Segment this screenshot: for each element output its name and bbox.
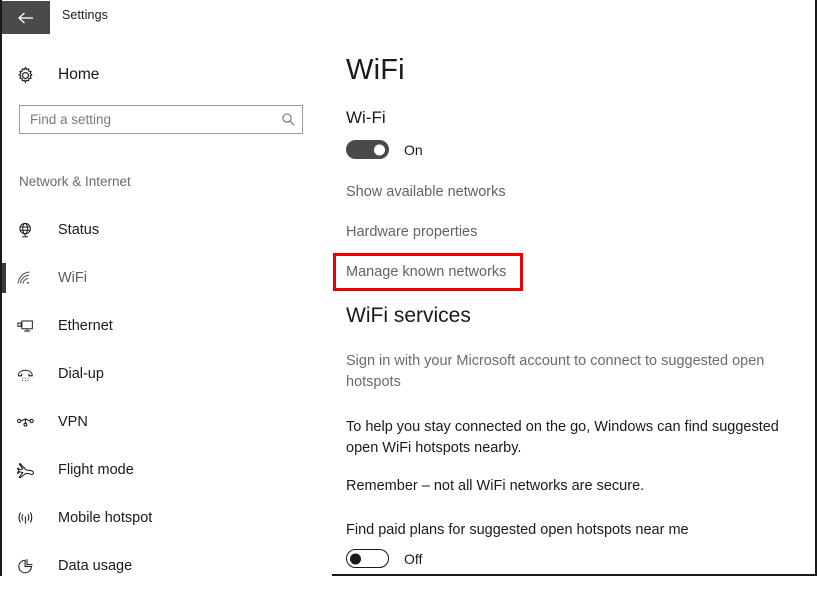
link-manage-known-networks[interactable]: Manage known networks	[346, 264, 506, 280]
gear-icon	[16, 65, 48, 85]
dialup-phone-icon	[16, 365, 50, 384]
sidebar-item-wifi[interactable]: WiFi	[2, 254, 332, 302]
sidebar-item-vpn[interactable]: VPN	[2, 398, 332, 446]
wifi-toggle-state: On	[404, 141, 423, 158]
sidebar-section-label: Network & Internet	[19, 174, 131, 189]
sidebar-item-dial-up-label: Dial-up	[58, 366, 104, 382]
sidebar-item-ethernet[interactable]: Ethernet	[2, 302, 332, 350]
page-title: WiFi	[346, 54, 405, 86]
paid-plans-toggle[interactable]	[346, 549, 389, 568]
link-show-available-networks[interactable]: Show available networks	[346, 184, 506, 200]
sidebar-nav-list: Status WiFi Ethernet Dial-up VPN Flight …	[2, 206, 332, 590]
search-icon[interactable]	[274, 112, 302, 127]
wifi-icon	[16, 269, 50, 288]
ethernet-icon	[16, 317, 50, 336]
paid-plans-toggle-state: Off	[404, 550, 423, 567]
sidebar-item-wifi-label: WiFi	[58, 270, 87, 286]
search-input[interactable]	[20, 106, 274, 133]
sidebar-item-vpn-label: VPN	[58, 414, 88, 430]
sidebar-item-home-label: Home	[58, 66, 100, 83]
sidebar-item-status[interactable]: Status	[2, 206, 332, 254]
selection-indicator	[2, 263, 6, 293]
sidebar-item-ethernet-label: Ethernet	[58, 318, 113, 334]
main-content: WiFi Wi-Fi On Show available networks Ha…	[332, 38, 815, 574]
arrow-left-icon	[16, 10, 36, 26]
app-title: Settings	[62, 8, 108, 22]
sidebar-item-flight-mode[interactable]: Flight mode	[2, 446, 332, 494]
services-paragraph-1: Sign in with your Microsoft account to c…	[346, 353, 765, 390]
back-button[interactable]	[2, 1, 50, 34]
airplane-icon	[16, 461, 50, 480]
sidebar-item-data-usage-label: Data usage	[58, 558, 133, 574]
sidebar-item-dial-up[interactable]: Dial-up	[2, 350, 332, 398]
toggle-knob	[350, 553, 361, 564]
broadcast-antenna-icon	[16, 509, 50, 528]
toggle-knob	[374, 144, 385, 155]
pie-chart-icon	[16, 557, 50, 576]
wifi-section-heading: Wi-Fi	[346, 108, 386, 127]
sidebar-item-status-label: Status	[58, 222, 100, 238]
wifi-toggle[interactable]	[346, 140, 389, 159]
services-paragraph-3: Remember – not all WiFi networks are sec…	[346, 478, 645, 494]
sidebar-item-mobile-hotspot[interactable]: Mobile hotspot	[2, 494, 332, 542]
sidebar-item-home[interactable]: Home	[2, 58, 312, 92]
sidebar-item-flight-mode-label: Flight mode	[58, 462, 134, 478]
sidebar-item-data-usage[interactable]: Data usage	[2, 542, 332, 590]
settings-window: Settings Home Network & Internet	[0, 0, 817, 576]
wifi-toggle-row: On	[346, 140, 423, 159]
wifi-services-heading: WiFi services	[346, 304, 471, 327]
paid-plans-toggle-row: Off	[346, 549, 422, 568]
link-hardware-properties[interactable]: Hardware properties	[346, 224, 477, 240]
sidebar: Home Network & Internet	[2, 38, 332, 576]
vpn-icon	[16, 413, 50, 432]
status-globe-icon	[16, 221, 50, 240]
title-bar: Settings	[2, 0, 815, 38]
services-paragraph-2: To help you stay connected on the go, Wi…	[346, 419, 779, 456]
paid-plans-label: Find paid plans for suggested open hotsp…	[346, 522, 689, 538]
search-box[interactable]	[19, 105, 303, 134]
sidebar-item-mobile-hotspot-label: Mobile hotspot	[58, 510, 153, 526]
